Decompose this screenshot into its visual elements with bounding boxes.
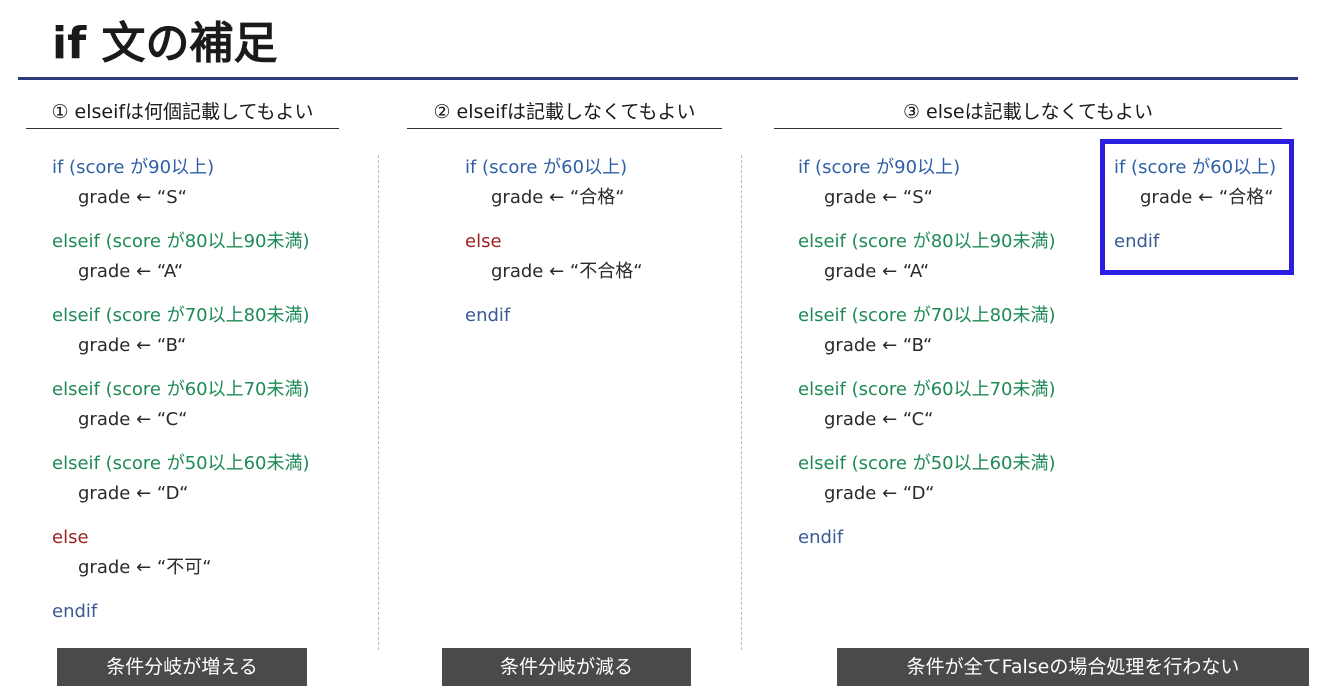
code-statement: grade ← “D“ [78,482,189,504]
code-statement: grade ← “A“ [78,260,184,282]
code-keyword-elseif: elseif (score が60以上70未満) [798,379,1056,400]
code-keyword-elseif: elseif (score が50以上60未満) [52,453,310,474]
column-header-3: ③ elseは記載しなくてもよい [774,98,1282,129]
code-keyword-if: if (score が90以上) [798,157,961,178]
code-keyword-elseif: elseif (score が70以上80未満) [798,305,1056,326]
code-keyword-if: if (score が90以上) [52,157,215,178]
code-statement: grade ← “不可“ [78,556,212,578]
code-keyword-endif: endif [465,305,511,326]
code-statement: grade ← “C“ [824,408,934,430]
code-statement: grade ← “B“ [78,334,187,356]
code-keyword-endif: endif [52,601,98,622]
code-keyword-elseif: elseif (score が70以上80未満) [52,305,310,326]
code-keyword-elseif: elseif (score が80以上90未満) [798,231,1056,252]
column-divider-1 [378,155,379,650]
code-statement: grade ← “不合格“ [491,260,643,282]
code-keyword-else: else [52,527,89,548]
code-statement: grade ← “B“ [824,334,933,356]
title-rule [18,77,1298,80]
footer-label-2: 条件分岐が減る [442,648,691,686]
code-keyword-elseif: elseif (score が50以上60未満) [798,453,1056,474]
code-statement: grade ← “C“ [78,408,188,430]
highlight-box [1100,139,1294,275]
column-header-1: ① elseifは何個記載してもよい [26,98,339,129]
column-divider-2 [741,155,742,650]
slide-title: if 文の補足 [52,18,278,69]
code-statement: grade ← “A“ [824,260,930,282]
code-statement: grade ← “D“ [824,482,935,504]
code-keyword-elseif: elseif (score が60以上70未満) [52,379,310,400]
code-keyword-elseif: elseif (score が80以上90未満) [52,231,310,252]
code-statement: grade ← “合格“ [491,186,625,208]
code-keyword-else: else [465,231,502,252]
code-keyword-if: if (score が60以上) [465,157,628,178]
code-statement: grade ← “S“ [824,186,933,208]
code-keyword-endif: endif [798,527,844,548]
footer-label-1: 条件分岐が増える [57,648,307,686]
code-statement: grade ← “S“ [78,186,187,208]
column-header-2: ② elseifは記載しなくてもよい [407,98,722,129]
footer-label-3: 条件が全てFalseの場合処理を行わない [837,648,1309,686]
